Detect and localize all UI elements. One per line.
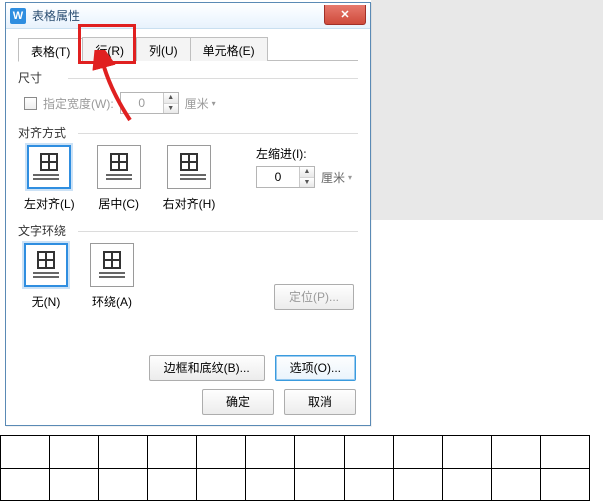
- table-glyph-icon: [40, 153, 58, 171]
- align-left-label: 左对齐(L): [24, 195, 75, 212]
- table-glyph-icon: [180, 153, 198, 171]
- underlying-table: [0, 435, 603, 501]
- dialog-footer: 确定 取消: [202, 389, 356, 415]
- left-indent-block: 左缩进(I): ▲ ▼ 厘米 ▾: [256, 145, 358, 188]
- group-size-label: 尺寸: [18, 69, 358, 86]
- align-center-label: 居中(C): [98, 195, 139, 212]
- table-glyph-icon: [37, 251, 55, 269]
- lines-icon: [106, 174, 132, 182]
- spinner-up-icon[interactable]: ▲: [300, 167, 314, 178]
- tab-table[interactable]: 表格(T): [18, 38, 83, 62]
- indent-spinner-arrows[interactable]: ▲ ▼: [299, 167, 314, 187]
- align-right-label: 右对齐(H): [163, 195, 216, 212]
- tab-col[interactable]: 列(U): [136, 37, 191, 61]
- table-properties-dialog: W 表格属性 ✕ 表格(T) 行(R) 列(U) 单元格(E) 尺寸 指定宽度(…: [5, 2, 371, 426]
- width-input[interactable]: [121, 93, 163, 113]
- wrap-around-option[interactable]: 环绕(A): [90, 243, 134, 310]
- dropdown-icon: ▾: [212, 99, 216, 108]
- cancel-button[interactable]: 取消: [284, 389, 356, 415]
- lines-icon: [99, 272, 125, 280]
- indent-unit-combo[interactable]: 厘米 ▾: [321, 169, 352, 186]
- lines-icon: [33, 272, 59, 280]
- wrap-none-label: 无(N): [32, 293, 61, 310]
- lines-icon: [33, 174, 59, 182]
- indent-input[interactable]: [257, 167, 299, 187]
- size-row: 指定宽度(W): ▲ ▼ 厘米 ▾: [18, 92, 358, 114]
- group-alignment-label: 对齐方式: [18, 124, 358, 141]
- app-icon: W: [10, 8, 26, 24]
- close-icon: ✕: [340, 8, 349, 21]
- width-spinner[interactable]: ▲ ▼: [120, 92, 179, 114]
- tab-cell[interactable]: 单元格(E): [190, 37, 268, 61]
- wrap-none-option[interactable]: 无(N): [24, 243, 68, 310]
- left-indent-label: 左缩进(I):: [256, 145, 352, 162]
- specify-width-checkbox[interactable]: [24, 97, 37, 110]
- wrap-options: 无(N) 环绕(A) 定位(P)...: [18, 243, 358, 310]
- specify-width-label: 指定宽度(W):: [43, 95, 114, 112]
- width-unit-label: 厘米: [185, 95, 209, 112]
- align-center-option[interactable]: 居中(C): [97, 145, 141, 212]
- page-gray-region: [371, 0, 603, 220]
- dialog-body: 表格(T) 行(R) 列(U) 单元格(E) 尺寸 指定宽度(W): ▲ ▼ 厘…: [6, 29, 370, 425]
- indent-spinner[interactable]: ▲ ▼: [256, 166, 315, 188]
- close-button[interactable]: ✕: [324, 5, 366, 25]
- alignment-options: 左对齐(L) 居中(C) 右对齐(H): [18, 145, 358, 212]
- align-left-option[interactable]: 左对齐(L): [24, 145, 75, 212]
- spinner-up-icon[interactable]: ▲: [164, 93, 178, 104]
- spinner-down-icon[interactable]: ▼: [164, 104, 178, 114]
- width-spinner-arrows[interactable]: ▲ ▼: [163, 93, 178, 113]
- group-alignment: 对齐方式 左对齐(L) 居中(C): [18, 124, 358, 212]
- titlebar[interactable]: W 表格属性 ✕: [6, 3, 370, 29]
- align-right-option[interactable]: 右对齐(H): [163, 145, 216, 212]
- tabs: 表格(T) 行(R) 列(U) 单元格(E): [18, 37, 358, 61]
- options-button[interactable]: 选项(O)...: [275, 355, 356, 381]
- position-button[interactable]: 定位(P)...: [274, 284, 354, 310]
- ok-button[interactable]: 确定: [202, 389, 274, 415]
- indent-unit-label: 厘米: [321, 169, 345, 186]
- width-unit-combo[interactable]: 厘米 ▾: [185, 95, 216, 112]
- spinner-down-icon[interactable]: ▼: [300, 178, 314, 188]
- lines-icon: [180, 174, 206, 182]
- table-glyph-icon: [110, 153, 128, 171]
- tab-row[interactable]: 行(R): [82, 37, 137, 61]
- table-glyph-icon: [103, 251, 121, 269]
- border-shading-button[interactable]: 边框和底纹(B)...: [149, 355, 265, 381]
- wrap-around-label: 环绕(A): [92, 293, 132, 310]
- dialog-title: 表格属性: [32, 7, 80, 24]
- group-wrap-label: 文字环绕: [18, 222, 358, 239]
- group-wrap: 文字环绕 无(N) 环绕(A) 定位(P).: [18, 222, 358, 310]
- group-size: 尺寸 指定宽度(W): ▲ ▼ 厘米 ▾: [18, 69, 358, 114]
- bottom-action-row: 边框和底纹(B)... 选项(O)...: [149, 355, 356, 381]
- dropdown-icon: ▾: [348, 173, 352, 182]
